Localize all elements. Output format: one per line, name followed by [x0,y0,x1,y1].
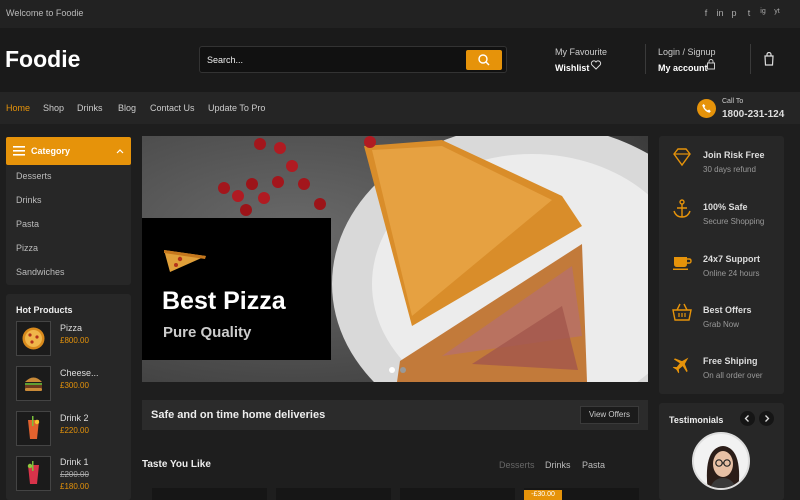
top-bar [0,0,800,28]
hero-title: Best Pizza [162,287,286,315]
product-old-price: £200.00 [60,470,89,479]
feature-subtitle: Grab Now [703,320,740,329]
call-label: Call To [722,98,744,105]
category-header[interactable]: Category [6,137,131,165]
welcome-text: Welcome to Foodie [6,8,84,18]
menu-icon [13,146,25,156]
feature-title: 100% Safe [703,202,748,212]
taste-title: Taste You Like [142,459,211,470]
testimonials-title: Testimonials [669,415,724,425]
delivery-text: Safe and on time home deliveries [151,409,326,421]
avatar [692,432,750,490]
product-name[interactable]: Pizza [60,323,82,333]
linkedin-icon[interactable]: in [714,8,726,18]
site-logo[interactable]: Foodie [5,46,80,73]
twitter-icon[interactable]: t [743,8,755,18]
category-item-pasta[interactable]: Pasta [16,219,39,229]
next-button[interactable] [759,411,774,426]
pizza-slice-icon [164,250,206,272]
product-price: £300.00 [60,381,89,390]
discount-badge: -£30.00 [524,490,562,500]
product-name[interactable]: Drink 2 [60,413,89,423]
nav-blog[interactable]: Blog [118,103,136,113]
tab-drinks[interactable]: Drinks [545,460,571,470]
feature-title: Free Shiping [703,356,758,366]
header-divider [750,44,751,74]
anchor-icon [673,199,691,218]
search-input[interactable] [207,47,462,72]
phone-icon [697,99,716,118]
burger-thumb-icon [25,377,42,391]
product-price: £800.00 [60,336,89,345]
nav-contact[interactable]: Contact Us [150,103,195,113]
drink-thumb-icon [27,461,39,484]
youtube-icon[interactable]: yt [771,8,783,15]
cup-icon [673,257,692,270]
plane-icon [672,357,689,374]
view-offers-button[interactable]: View Offers [580,406,639,424]
product-name[interactable]: Cheese... [60,368,99,378]
product-thumb[interactable] [16,411,51,446]
wishlist-link[interactable]: Wishlist [555,63,589,73]
search-button[interactable] [466,50,502,70]
pinterest-icon[interactable]: p [728,8,740,18]
login-link[interactable]: Login / Signup [658,47,716,57]
category-item-sandwiches[interactable]: Sandwiches [16,267,65,277]
category-item-pizza[interactable]: Pizza [16,243,38,253]
nav-home[interactable]: Home [6,103,30,113]
chevron-right-icon [765,415,770,422]
chevron-left-icon [744,415,749,422]
feature-subtitle: Online 24 hours [703,269,760,278]
category-item-desserts[interactable]: Desserts [16,171,52,181]
product-card[interactable] [400,488,515,500]
instagram-icon[interactable]: ig [757,8,769,15]
cart-icon[interactable] [762,52,776,66]
hot-products-title: Hot Products [16,305,73,315]
feature-title: 24x7 Support [703,254,761,264]
facebook-icon[interactable]: f [700,8,712,18]
slide-dot-active[interactable] [389,367,395,373]
feature-subtitle: Secure Shopping [703,217,765,226]
tab-desserts[interactable]: Desserts [499,460,535,470]
product-thumb[interactable] [16,366,51,401]
product-price: £220.00 [60,426,89,435]
phone-number[interactable]: 1800-231-124 [722,109,784,120]
lock-icon [707,59,715,70]
category-item-drinks[interactable]: Drinks [16,195,42,205]
account-link[interactable]: My account [658,63,708,73]
hero-pizza-image [142,136,648,382]
tab-pasta[interactable]: Pasta [582,460,605,470]
product-name[interactable]: Drink 1 [60,457,89,467]
prev-button[interactable] [740,411,755,426]
search-icon [478,54,490,66]
feature-title: Join Risk Free [703,150,765,160]
heart-icon[interactable] [590,59,602,71]
product-thumb[interactable] [16,321,51,356]
product-card[interactable] [152,488,267,500]
feature-subtitle: On all order over [703,371,763,380]
slide-dot[interactable] [400,367,406,373]
feature-title: Best Offers [703,305,752,315]
hero-banner[interactable]: Best Pizza Pure Quality [142,136,648,382]
pizza-thumb-icon [22,327,45,350]
product-price: £180.00 [60,482,89,491]
chevron-up-icon [116,149,124,154]
hero-subtitle: Pure Quality [163,324,252,341]
diamond-icon [673,148,691,167]
feature-subtitle: 30 days refund [703,165,756,174]
nav-drinks[interactable]: Drinks [77,103,103,113]
basket-icon [672,303,692,321]
header-divider [645,44,646,74]
favourite-label: My Favourite [555,47,608,57]
drink-thumb-icon [28,416,40,439]
search-bar [199,46,507,73]
nav-shop[interactable]: Shop [43,103,64,113]
category-title: Category [31,146,71,156]
nav-update-pro[interactable]: Update To Pro [208,103,265,113]
product-thumb[interactable] [16,456,51,491]
product-card[interactable] [276,488,391,500]
